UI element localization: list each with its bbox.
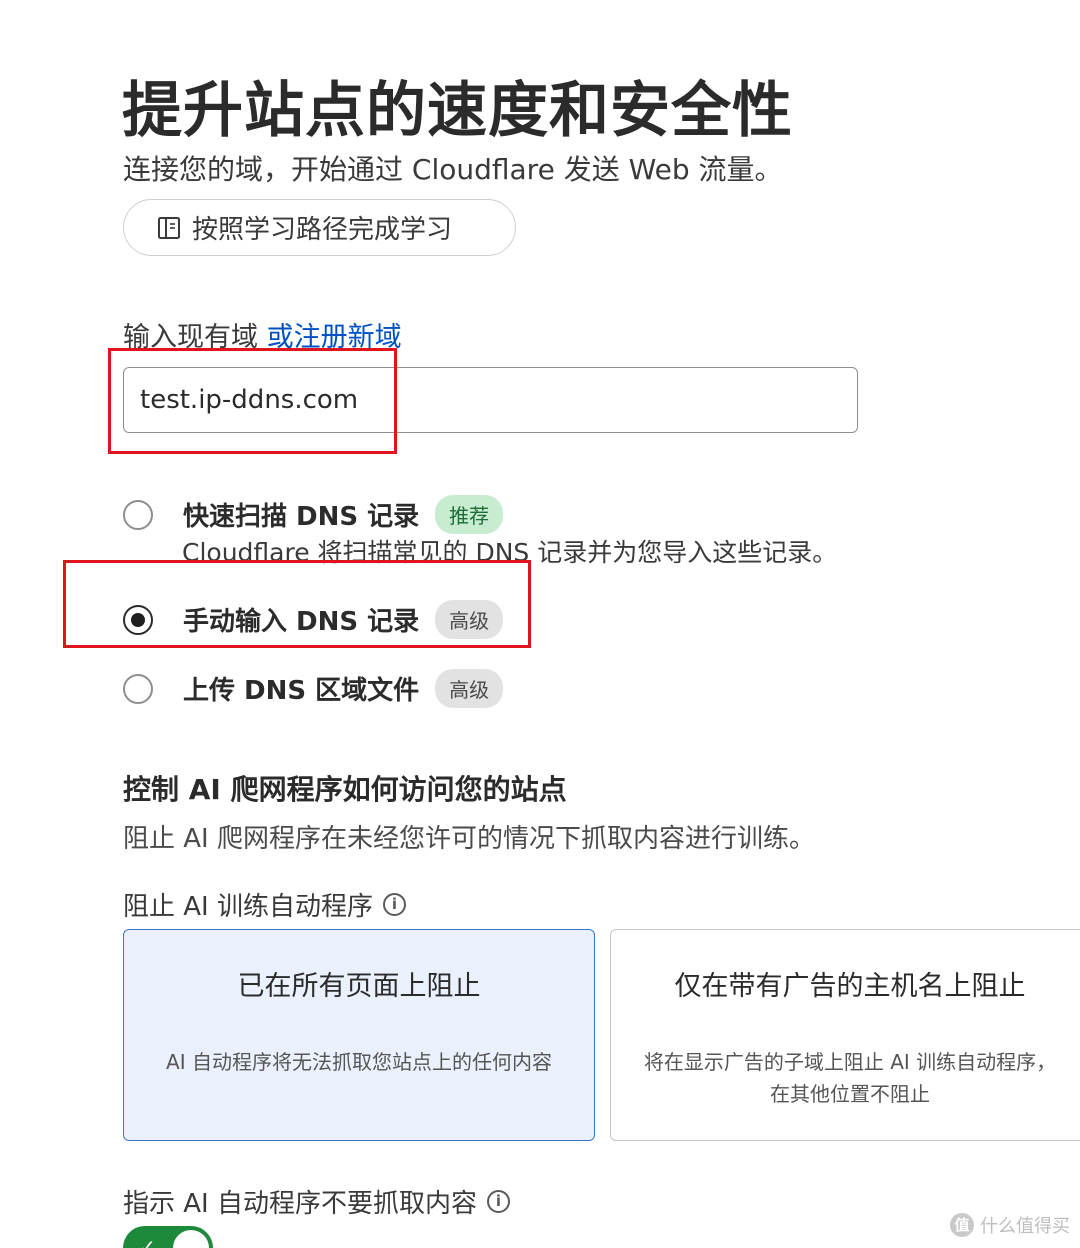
recommended-badge: 推荐 <box>435 495 504 534</box>
radio-label: 快速扫描 DNS 记录 <box>183 502 420 532</box>
learning-path-button[interactable]: 按照学习路径完成学习 <box>123 199 516 256</box>
watermark-logo-icon: 值 <box>950 1213 974 1237</box>
radio-label: 上传 DNS 区域文件 <box>183 676 420 706</box>
watermark: 值 什么值得买 <box>950 1212 1070 1238</box>
domain-label-text: 输入现有域 <box>123 322 258 353</box>
card-description: 将在显示广告的子域上阻止 AI 训练自动程序，在其他位置不阻止 <box>643 1050 1057 1106</box>
learning-path-label: 按照学习路径完成学习 <box>192 215 453 245</box>
card-title: 仅在带有广告的主机名上阻止 <box>674 971 1026 1002</box>
domain-input[interactable] <box>123 367 858 433</box>
instruct-ai-label: 指示 AI 自动程序不要抓取内容 i <box>123 1183 510 1220</box>
domain-label: 输入现有域 或注册新域 <box>123 315 402 354</box>
ai-section-title: 控制 AI 爬网程序如何访问您的站点 <box>123 773 567 806</box>
block-ai-label: 阻止 AI 训练自动程序 i <box>123 886 406 923</box>
checkmark-icon: ✓ <box>139 1235 156 1248</box>
ai-section-description: 阻止 AI 爬网程序在未经您许可的情况下抓取内容进行训练。 <box>123 824 815 854</box>
toggle-knob <box>173 1230 209 1248</box>
book-icon <box>158 216 180 239</box>
radio-manual[interactable] <box>123 604 153 635</box>
quick-scan-description: Cloudflare 将扫描常见的 DNS 记录并为您导入这些记录。 <box>182 538 838 567</box>
info-icon[interactable]: i <box>382 893 406 916</box>
info-icon[interactable]: i <box>486 1190 510 1213</box>
radio-quick-scan[interactable] <box>123 499 153 530</box>
block-ad-hosts-card[interactable]: 仅在带有广告的主机名上阻止 将在显示广告的子域上阻止 AI 训练自动程序，在其他… <box>610 929 1080 1141</box>
block-all-pages-card[interactable]: 已在所有页面上阻止 AI 自动程序将无法抓取您站点上的任何内容 <box>123 929 595 1141</box>
block-ai-label-text: 阻止 AI 训练自动程序 <box>123 892 373 922</box>
advanced-badge: 高级 <box>435 669 504 708</box>
dns-option-manual[interactable]: 手动输入 DNS 记录 高级 <box>123 600 504 639</box>
radio-label: 手动输入 DNS 记录 <box>183 607 420 637</box>
dns-option-upload[interactable]: 上传 DNS 区域文件 高级 <box>123 669 504 708</box>
dns-option-quick-scan[interactable]: 快速扫描 DNS 记录 推荐 <box>123 495 504 534</box>
radio-upload[interactable] <box>123 673 153 704</box>
register-domain-link[interactable]: 或注册新域 <box>267 322 402 353</box>
page-title: 提升站点的速度和安全性 <box>122 76 793 146</box>
instruct-ai-toggle[interactable]: ✓ <box>123 1226 213 1248</box>
card-description: AI 自动程序将无法抓取您站点上的任何内容 <box>166 1050 552 1074</box>
advanced-badge: 高级 <box>435 600 504 639</box>
card-title: 已在所有页面上阻止 <box>237 971 481 1002</box>
instruct-ai-label-text: 指示 AI 自动程序不要抓取内容 <box>123 1189 477 1219</box>
watermark-text: 什么值得买 <box>980 1216 1070 1237</box>
page-subtitle: 连接您的域，开始通过 Cloudflare 发送 Web 流量。 <box>123 153 783 186</box>
